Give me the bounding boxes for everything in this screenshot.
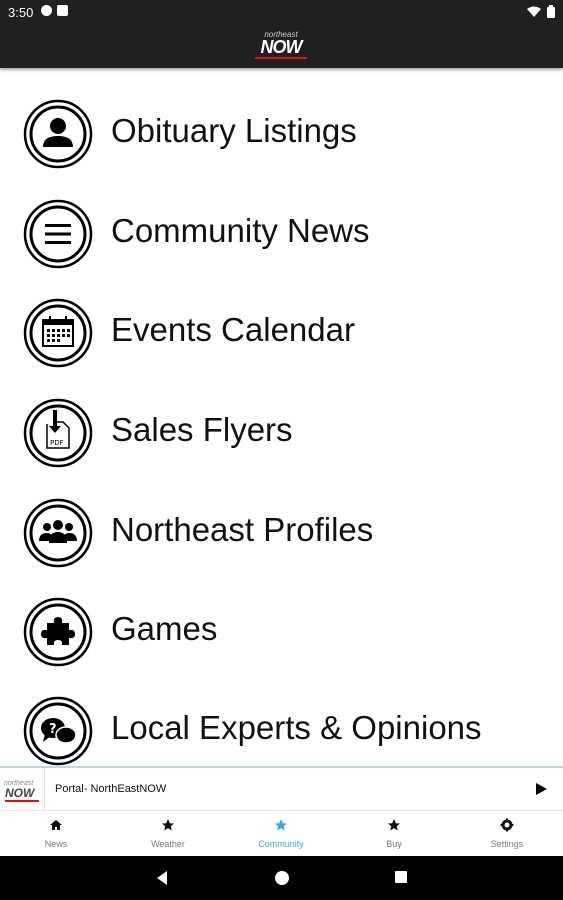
menu-item-label: Games [111,610,218,647]
notification-app-icon [57,5,68,16]
tab-news[interactable]: News [0,811,112,857]
menu-item-games[interactable]: Games [0,597,563,687]
menu-item-community-news[interactable]: Community News [0,199,563,289]
menu-item-label: Local Experts & Opinions [111,709,482,746]
audio-player-bar[interactable]: northeast NOW Portal- NorthEastNOW [0,766,563,812]
gear-icon [500,818,514,832]
play-icon [536,783,547,795]
notification-icon [41,5,52,16]
menu-item-local-experts-opinions[interactable]: ? Local Experts & Opinions [0,696,563,766]
play-button[interactable] [534,782,548,801]
player-title: Portal- NorthEastNOW [55,783,167,795]
community-menu-list: Obituary Listings Community News Events … [0,68,563,766]
menu-item-label: Obituary Listings [111,112,357,149]
menu-item-label: Community News [111,212,370,249]
tab-weather[interactable]: Weather [112,811,224,857]
star-icon [162,819,174,831]
system-nav-bar [0,856,563,900]
menu-item-northeast-profiles[interactable]: Northeast Profiles [0,498,563,588]
logo-big-text: NOW [260,37,303,57]
battery-icon [547,5,555,18]
chat-question-icon: ? [23,696,93,766]
northeast-now-logo: northeast NOW [255,31,307,61]
menu-item-events-calendar[interactable]: Events Calendar [0,298,563,388]
star-icon [275,819,287,831]
player-thumbnail: northeast NOW [0,768,45,812]
menu-item-sales-flyers[interactable]: PDF Sales Flyers [0,398,563,488]
menu-item-obituary-listings[interactable]: Obituary Listings [0,99,563,189]
tab-community[interactable]: Community [225,811,337,857]
svg-text:PDF: PDF [50,439,64,447]
svg-text:?: ? [49,722,57,737]
person-icon [23,99,93,169]
home-button[interactable] [274,870,290,891]
wifi-icon [527,6,541,17]
menu-lines-icon [23,199,93,269]
tab-settings[interactable]: Settings [451,811,563,857]
calendar-icon [23,298,93,368]
star-icon [388,819,400,831]
bottom-tab-bar: News Weather Community Buy Settings [0,810,563,857]
status-time: 3:50 [8,5,34,20]
recents-button[interactable] [394,870,408,889]
back-button[interactable] [155,870,169,891]
home-circle-icon [275,871,289,885]
recents-icon [395,871,407,883]
back-icon [157,871,167,885]
puzzle-icon [23,597,93,667]
status-bar: 3:50 [0,0,563,24]
app-bar: northeast NOW [0,24,563,68]
menu-item-label: Events Calendar [111,311,355,348]
menu-item-label: Northeast Profiles [111,511,374,548]
home-icon [50,820,62,830]
tab-buy[interactable]: Buy [338,811,450,857]
pdf-download-icon: PDF [23,398,93,468]
group-icon [23,498,93,568]
menu-item-label: Sales Flyers [111,411,293,448]
